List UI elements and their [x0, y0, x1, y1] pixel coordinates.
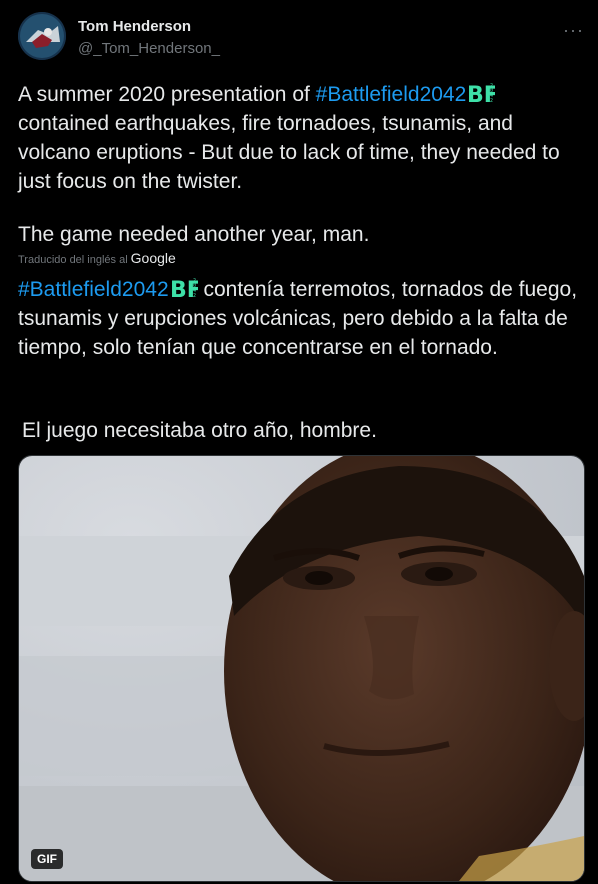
- svg-text:2: 2: [490, 98, 493, 104]
- translation-label: Traducido del inglés al: [18, 254, 128, 266]
- avatar-image: [18, 12, 66, 60]
- battlefield-logo-icon: BF 2 0 4 2: [467, 81, 499, 108]
- tweet-text-translated: #Battlefield2042 BF 2 0 4 2 contenía ter…: [18, 275, 580, 362]
- svg-text:2: 2: [193, 293, 196, 299]
- tweet-text-para2: The game needed another year, man.: [18, 223, 370, 246]
- tweet-header: Tom Henderson @_Tom_Henderson_ ···: [18, 12, 598, 62]
- google-brand: Google: [130, 250, 176, 266]
- more-horizontal-icon[interactable]: ···: [563, 20, 584, 41]
- hashtag-link-translated[interactable]: #Battlefield2042: [18, 278, 169, 301]
- author-handle[interactable]: @_Tom_Henderson_: [78, 40, 220, 57]
- tweet-text-original: A summer 2020 presentation of #Battlefie…: [18, 80, 580, 196]
- gif-media[interactable]: GIF: [18, 455, 585, 882]
- tweet-text-translated-para2: El juego necesitaba otro año, hombre.: [22, 419, 377, 442]
- battlefield-logo-icon: BF 2 0 4 2: [170, 276, 202, 303]
- avatar[interactable]: [18, 12, 66, 60]
- translation-attribution[interactable]: Traducido del inglés al Google: [18, 250, 176, 266]
- author-name[interactable]: Tom Henderson: [78, 18, 191, 35]
- gif-image: [19, 456, 584, 881]
- gif-badge: GIF: [31, 849, 63, 869]
- hashtag-link[interactable]: #Battlefield2042: [316, 83, 467, 106]
- text-body: contained earthquakes, fire tornadoes, t…: [18, 112, 560, 193]
- text-prefix: A summer 2020 presentation of: [18, 83, 316, 106]
